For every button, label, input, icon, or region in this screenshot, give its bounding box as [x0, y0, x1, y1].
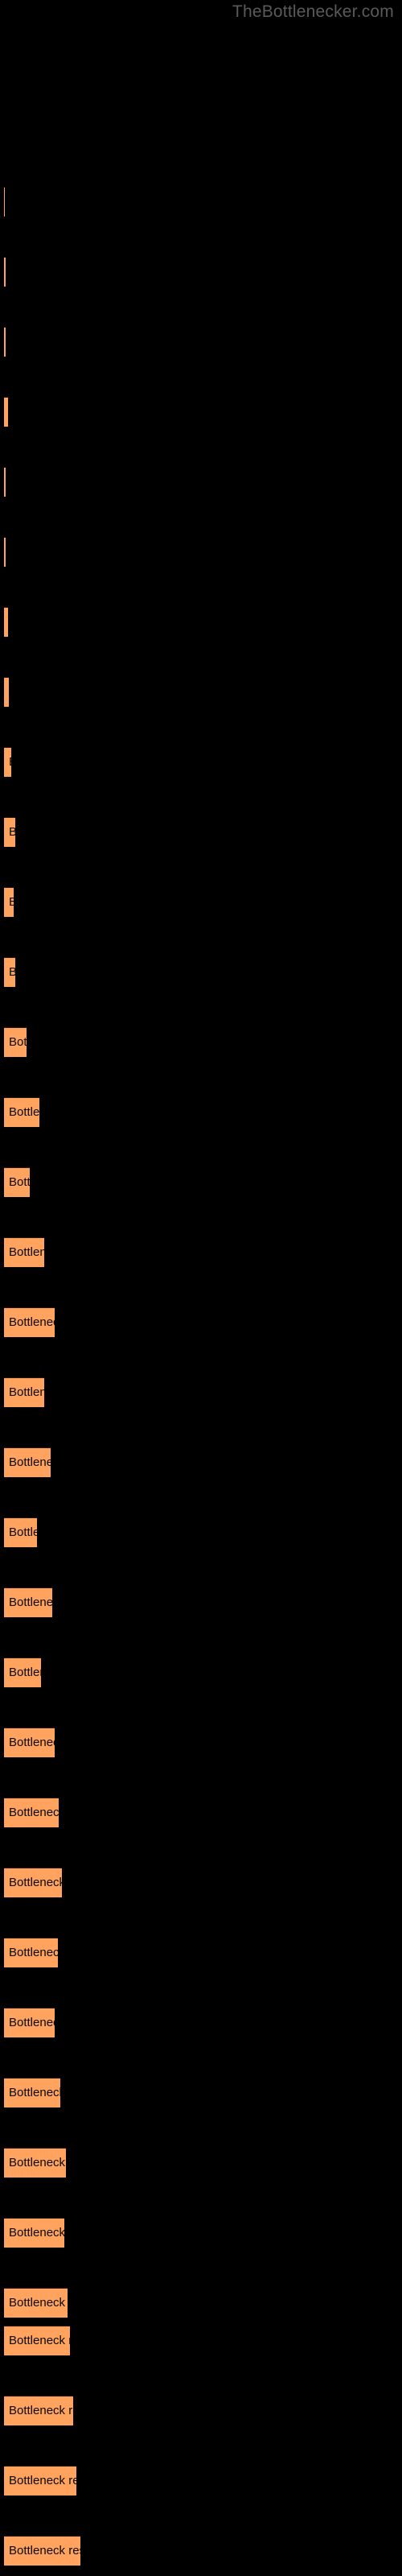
bar-clip: Bottleneck result	[4, 1798, 59, 1827]
bar	[4, 2218, 64, 2248]
bar-clip: Bottleneck result	[4, 1868, 62, 1897]
bar	[4, 607, 8, 637]
bar	[4, 1307, 55, 1337]
bar	[4, 1587, 52, 1617]
bar	[4, 327, 6, 357]
bar-clip: Bottleneck result	[4, 1938, 58, 1967]
bar-clip: Bottleneck result	[4, 2218, 64, 2248]
bar	[4, 467, 6, 497]
bar-clip: Bottleneck result	[4, 2008, 55, 2037]
bar-clip: Bottleneck result	[4, 1587, 52, 1617]
bar-clip: Bottleneck result	[4, 1097, 39, 1127]
bar	[4, 257, 6, 287]
bar-clip: Bottleneck result	[4, 1237, 44, 1267]
bar	[4, 1097, 39, 1127]
bar	[4, 2536, 80, 2566]
bar	[4, 1938, 58, 1967]
bar	[4, 2288, 68, 2318]
bar-clip: Bottleneck result	[4, 2396, 73, 2425]
bar	[4, 1728, 55, 1757]
bar	[4, 2326, 70, 2355]
bar-clip: Bottleneck result	[4, 2466, 76, 2496]
bar	[4, 537, 6, 567]
bar	[4, 2396, 73, 2425]
bar-clip: Bottleneck result	[4, 677, 9, 707]
bar	[4, 2078, 60, 2107]
bar-clip: Bottleneck result	[4, 327, 6, 357]
bar	[4, 1657, 41, 1687]
bar-clip: Bottleneck result	[4, 1657, 41, 1687]
bar	[4, 2466, 76, 2496]
bar-clip: Bottleneck result	[4, 1167, 30, 1197]
bar	[4, 1237, 44, 1267]
bar-clip: Bottleneck result	[4, 1517, 37, 1547]
bar-clip: Bottleneck result	[4, 2536, 80, 2566]
bar-clip: Bottleneck result	[4, 2326, 70, 2355]
bar	[4, 1447, 51, 1477]
bar-clip: Bottleneck result	[4, 397, 8, 427]
bar-clip: Bottleneck result	[4, 1307, 55, 1337]
bar-clip: Bottleneck result	[4, 2078, 60, 2107]
bar	[4, 887, 14, 917]
bar	[4, 1517, 37, 1547]
bar	[4, 397, 8, 427]
bottleneck-bar-chart: Bottleneck result Bottleneck result Bottle…	[0, 0, 402, 2576]
bar	[4, 747, 11, 777]
bar-clip: Bottleneck result	[4, 1728, 55, 1757]
bar-clip: Bottleneck result	[4, 747, 11, 777]
bar-clip: Bottleneck result	[4, 537, 6, 567]
site-watermark: TheBottlenecker.com	[232, 2, 394, 21]
bar	[4, 1868, 62, 1897]
bar	[4, 677, 9, 707]
bar-clip: Bottleneck result	[4, 887, 14, 917]
bar-clip: Bottleneck result	[4, 1447, 51, 1477]
bar-clip: Bottleneck result	[4, 2148, 66, 2178]
bar-clip: Bottleneck result	[4, 257, 6, 287]
bar	[4, 2008, 55, 2037]
bar-clip: Bottleneck result	[4, 2288, 68, 2318]
bar-clip: Bottleneck result	[4, 467, 6, 497]
bar	[4, 2148, 66, 2178]
bar	[4, 1167, 30, 1197]
bar	[4, 817, 15, 847]
bar	[4, 957, 15, 987]
bar-clip: Bottleneck result	[4, 1027, 27, 1057]
bar-clip: Bottleneck result	[4, 187, 5, 217]
bar	[4, 187, 5, 217]
bar-clip: Bottleneck result	[4, 607, 8, 637]
bar	[4, 1798, 59, 1827]
bar	[4, 1027, 27, 1057]
bar-clip: Bottleneck result	[4, 1377, 44, 1407]
bar-clip: Bottleneck result	[4, 957, 15, 987]
bar-clip: Bottleneck result	[4, 817, 15, 847]
bar	[4, 1377, 44, 1407]
